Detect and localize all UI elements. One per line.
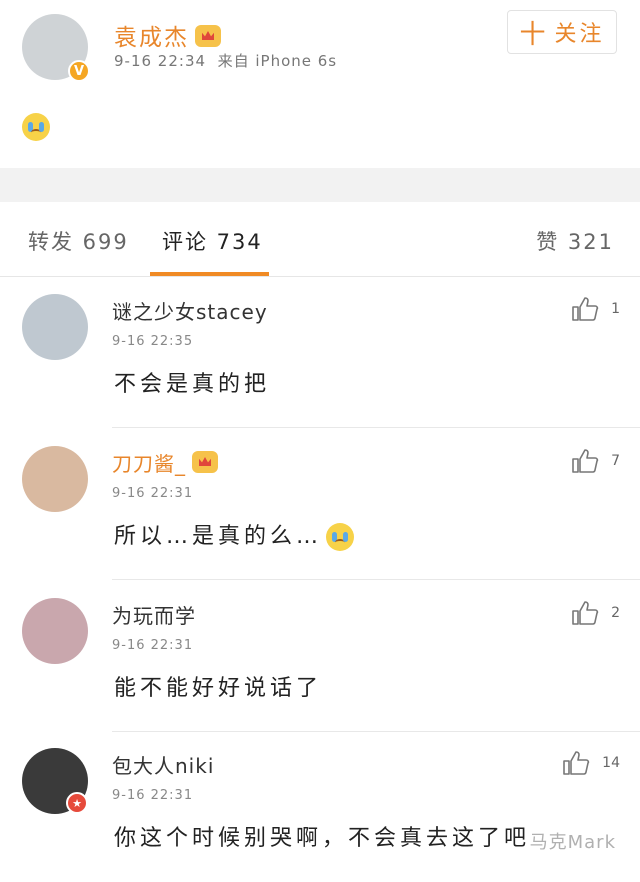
vip-crown-icon bbox=[195, 25, 221, 47]
crying-face-icon bbox=[22, 113, 50, 141]
like-button[interactable]: 2 bbox=[571, 600, 620, 626]
comment-time: 9-16 22:31 bbox=[112, 788, 194, 803]
comment-item: ★ 包大人niki 9-16 22:31 你这个时候别哭啊，不会真去这了吧 14 bbox=[0, 730, 640, 882]
comment-item: 为玩而学 9-16 22:31 能不能好好说话了 2 bbox=[0, 580, 640, 732]
commenter-avatar[interactable] bbox=[22, 294, 88, 360]
vip-crown-icon bbox=[192, 451, 218, 473]
verified-badge: V bbox=[68, 60, 90, 82]
like-count: 14 bbox=[602, 755, 620, 771]
post-source: 来自 iPhone 6s bbox=[217, 52, 338, 70]
thumbs-up-icon bbox=[572, 601, 599, 625]
thumbs-up-icon bbox=[572, 297, 599, 321]
like-button[interactable]: 7 bbox=[571, 448, 620, 474]
like-button[interactable]: 1 bbox=[571, 296, 620, 322]
comment-time: 9-16 22:31 bbox=[112, 638, 194, 653]
like-button[interactable]: 14 bbox=[562, 750, 620, 776]
commenter-name[interactable]: 谜之少女stacey bbox=[112, 296, 268, 325]
watermark: 马克Mark bbox=[529, 832, 616, 853]
comment-item: 刀刀酱_ 9-16 22:31 所以…是真的么… 7 bbox=[0, 428, 640, 580]
tab-reposts[interactable]: 转发 699 bbox=[28, 226, 129, 256]
comment-text: 你这个时候别哭啊，不会真去这了吧 bbox=[114, 826, 531, 851]
commenter-avatar[interactable] bbox=[22, 446, 88, 512]
author-name-text: 袁成杰 bbox=[114, 25, 189, 51]
follow-button[interactable]: 十关注 bbox=[507, 10, 617, 54]
weibo-post: V 袁成杰 9-16 22:34 来自 iPhone 6s 十关注 bbox=[0, 0, 640, 168]
commenter-avatar[interactable] bbox=[22, 598, 88, 664]
tab-bar: 转发 699 评论 734 赞 321 bbox=[0, 202, 640, 277]
post-meta: 9-16 22:34 来自 iPhone 6s bbox=[114, 50, 337, 71]
like-count: 7 bbox=[611, 453, 620, 469]
comment-text: 所以…是真的么… bbox=[114, 518, 355, 551]
commenter-name[interactable]: 为玩而学 bbox=[112, 600, 196, 629]
tab-likes[interactable]: 赞 321 bbox=[536, 226, 614, 256]
post-content bbox=[22, 113, 50, 141]
commenter-name-text: 刀刀酱_ bbox=[112, 452, 186, 476]
comment-item: 谜之少女stacey 9-16 22:35 不会是真的把 1 bbox=[0, 276, 640, 428]
thumbs-up-icon bbox=[572, 449, 599, 473]
commenter-name[interactable]: 包大人niki bbox=[112, 750, 214, 779]
comment-text: 能不能好好说话了 bbox=[114, 676, 323, 701]
crying-face-icon bbox=[326, 523, 355, 551]
comment-time: 9-16 22:35 bbox=[112, 334, 194, 349]
like-count: 1 bbox=[611, 301, 620, 317]
like-count: 2 bbox=[611, 605, 620, 621]
tab-comments[interactable]: 评论 734 bbox=[162, 226, 263, 256]
member-badge-icon: ★ bbox=[66, 792, 88, 814]
author-name[interactable]: 袁成杰 bbox=[114, 18, 221, 52]
thumbs-up-icon bbox=[563, 751, 590, 775]
post-time: 9-16 22:34 bbox=[114, 52, 207, 70]
section-gap bbox=[0, 168, 640, 202]
follow-label: 关注 bbox=[554, 22, 605, 47]
comment-text: 不会是真的把 bbox=[114, 372, 271, 397]
comment-text-body: 所以…是真的么… bbox=[114, 524, 323, 549]
commenter-name[interactable]: 刀刀酱_ bbox=[112, 448, 218, 477]
plus-icon: 十 bbox=[519, 19, 549, 50]
comment-time: 9-16 22:31 bbox=[112, 486, 194, 501]
